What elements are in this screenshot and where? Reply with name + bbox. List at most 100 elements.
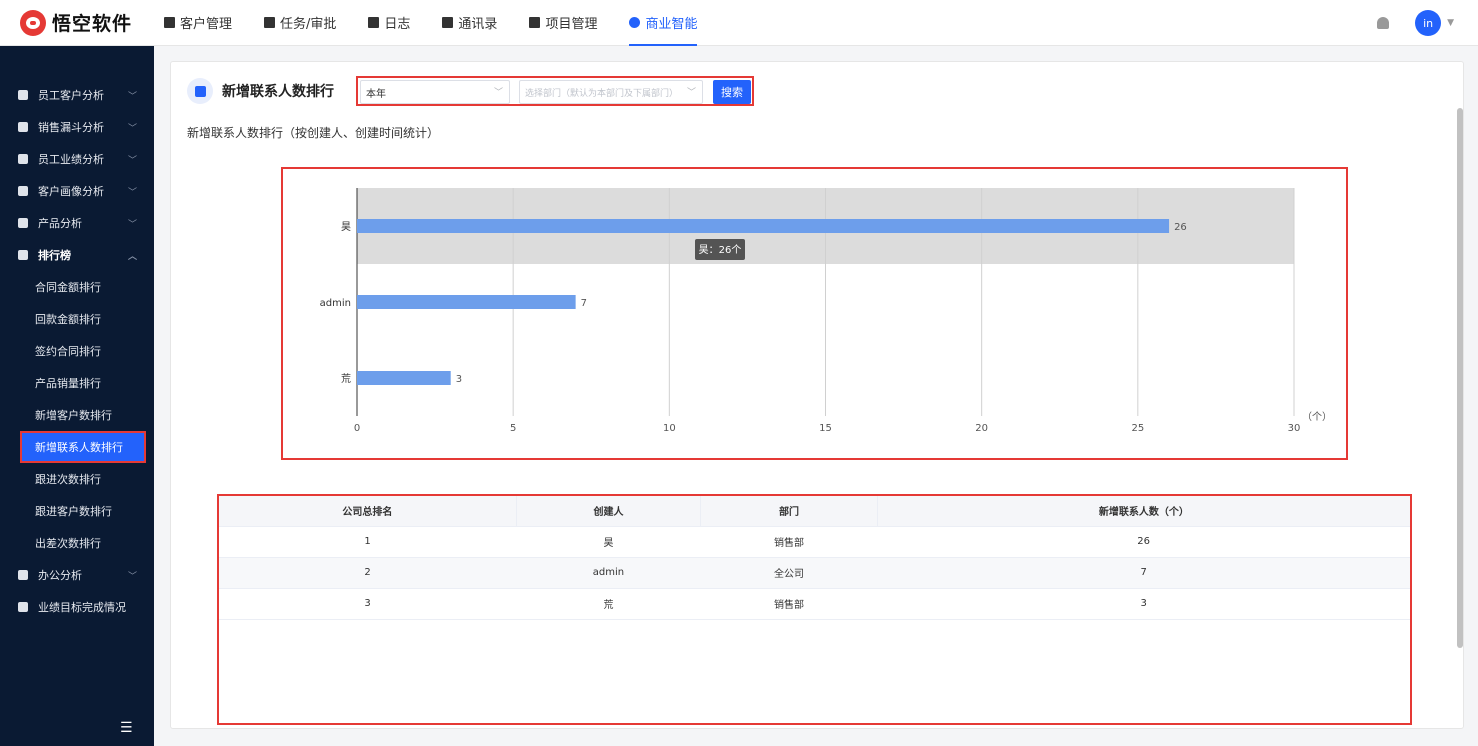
ranking-bar-chart[interactable]: 0 5 10 15 20 25 30（个） 昊 26 admin 7 荒 3 昊：26个 xyxy=(283,169,1346,458)
chevron-down-icon: ﹀ xyxy=(686,88,696,98)
main-nav: 客户管理 任务/审批 日志 通讯录 项目管理 商业智能 xyxy=(164,0,729,46)
period-select[interactable]: 本年 ﹀ xyxy=(360,80,510,104)
bar-value-label: 7 xyxy=(581,298,587,309)
table-cell: 全公司 xyxy=(700,557,878,589)
sidebar-item-signed-contract[interactable]: 签约合同排行 xyxy=(0,335,154,367)
column-header[interactable]: 部门 xyxy=(700,496,878,527)
nav-item-project[interactable]: 项目管理 xyxy=(529,0,597,46)
table-row[interactable]: 2 admin 全公司 7 xyxy=(219,557,1410,589)
search-button[interactable]: 搜索 xyxy=(713,80,751,104)
page-header: 新增联系人数排行 xyxy=(187,76,334,106)
sidebar-item-new-contacts[interactable]: 新增联系人数排行 xyxy=(20,431,146,463)
sidebar-group-performance[interactable]: 员工业绩分析 ﹀ xyxy=(0,143,154,175)
sidebar-group-portrait[interactable]: 客户画像分析 ﹀ xyxy=(0,175,154,207)
nav-item-task[interactable]: 任务/审批 xyxy=(264,0,336,46)
nav-label: 通讯录 xyxy=(458,17,498,32)
chevron-down-icon[interactable]: ▼ xyxy=(1447,18,1454,28)
sidebar-item-label: 签约合同排行 xyxy=(35,345,101,358)
sidebar-item-business-trips[interactable]: 出差次数排行 xyxy=(0,527,154,559)
x-tick-label: 15 xyxy=(819,423,832,434)
sidebar-item-label: 回款金额排行 xyxy=(35,313,101,326)
x-unit-label: （个） xyxy=(1302,411,1332,423)
table-cell: 2 xyxy=(219,557,517,589)
sidebar-group-employee-customer[interactable]: 员工客户分析 ﹀ xyxy=(0,79,154,111)
bar xyxy=(357,295,576,309)
sidebar-group-funnel[interactable]: 销售漏斗分析 ﹀ xyxy=(0,111,154,143)
table-cell: 销售部 xyxy=(700,588,878,620)
top-bar: 悟空软件 客户管理 任务/审批 日志 通讯录 项目管理 商业智能 in ▼ xyxy=(0,0,1478,46)
bar-value-label: 3 xyxy=(456,374,462,385)
nav-item-customer[interactable]: 客户管理 xyxy=(164,0,232,46)
table-cell: 1 xyxy=(219,526,517,558)
funnel-icon xyxy=(18,122,28,132)
sidebar-item-label: 出差次数排行 xyxy=(35,537,101,550)
box-icon xyxy=(18,218,28,228)
chevron-up-icon: ︿ xyxy=(128,251,138,262)
period-select-value: 本年 xyxy=(366,88,386,100)
sidebar-item-followup-count[interactable]: 跟进次数排行 xyxy=(0,463,154,495)
sidebar-group-office[interactable]: 办公分析 ﹀ xyxy=(0,559,154,591)
log-icon xyxy=(368,17,380,28)
column-header[interactable]: 公司总排名 xyxy=(219,496,517,527)
app-logo[interactable]: 悟空软件 xyxy=(20,9,164,36)
chevron-down-icon: ﹀ xyxy=(493,88,503,98)
chevron-down-icon: ﹀ xyxy=(128,91,138,102)
sidebar-group-label: 产品分析 xyxy=(38,217,82,230)
avatar[interactable]: in xyxy=(1415,10,1442,36)
sidebar-group-ranking[interactable]: 排行榜 ︿ xyxy=(0,239,154,271)
table-row[interactable]: 1 昊 销售部 26 xyxy=(219,526,1410,558)
sidebar-item-contract-amount[interactable]: 合同金额排行 xyxy=(0,271,154,303)
target-icon xyxy=(18,602,28,612)
column-header[interactable]: 新增联系人数（个） xyxy=(877,496,1410,527)
sidebar-group-label: 业绩目标完成情况 xyxy=(38,601,126,614)
table-cell: 荒 xyxy=(516,588,701,620)
sidebar-item-label: 新增联系人数排行 xyxy=(35,441,123,454)
chart-subtitle: 新增联系人数排行（按创建人、创建时间统计） xyxy=(187,126,440,140)
x-tick-label: 25 xyxy=(1131,423,1144,434)
chevron-down-icon: ﹀ xyxy=(128,187,138,198)
nav-label: 日志 xyxy=(384,17,411,32)
table-row[interactable]: 3 荒 销售部 3 xyxy=(219,588,1410,620)
table-cell: 7 xyxy=(877,557,1410,589)
nav-label: 项目管理 xyxy=(545,17,598,32)
chevron-down-icon: ﹀ xyxy=(128,571,138,582)
chevron-down-icon: ﹀ xyxy=(128,155,138,166)
vertical-scrollbar[interactable] xyxy=(1457,108,1463,648)
column-header[interactable]: 创建人 xyxy=(516,496,702,527)
contacts-icon xyxy=(442,17,454,28)
table-cell: admin xyxy=(516,557,701,589)
bar xyxy=(357,219,1170,233)
user-icon xyxy=(18,90,28,100)
sidebar-group-targets[interactable]: 业绩目标完成情况 xyxy=(0,591,154,623)
sidebar-item-label: 跟进客户数排行 xyxy=(35,505,112,518)
top-right-tools: in ▼ xyxy=(1377,0,1454,46)
filter-bar: 本年 ﹀ 选择部门（默认为本部门及下属部门） ﹀ 搜索 xyxy=(356,76,754,106)
ranking-table-container: 公司总排名 创建人 部门 新增联系人数（个） 1 昊 销售部 26 2 admi… xyxy=(217,494,1412,725)
sidebar-group-product[interactable]: 产品分析 ﹀ xyxy=(0,207,154,239)
department-select[interactable]: 选择部门（默认为本部门及下属部门） ﹀ xyxy=(519,80,703,104)
nav-item-contacts[interactable]: 通讯录 xyxy=(442,0,497,46)
table-cell: 销售部 xyxy=(700,526,878,558)
x-tick-label: 20 xyxy=(975,423,988,434)
y-tick-label: 荒 xyxy=(341,373,351,385)
nav-item-log[interactable]: 日志 xyxy=(368,0,410,46)
chart-tooltip-text: 昊：26个 xyxy=(699,244,742,256)
logo-text: 悟空软件 xyxy=(52,13,133,35)
collapse-menu-icon[interactable]: ☰ xyxy=(120,720,133,736)
trophy-icon xyxy=(18,250,28,260)
sidebar-item-product-sales[interactable]: 产品销量排行 xyxy=(0,367,154,399)
chart-container: 0 5 10 15 20 25 30 （个） 昊 26 admin 7 荒 3 昊：26个 xyxy=(281,167,1348,460)
sidebar-item-new-customers[interactable]: 新增客户数排行 xyxy=(0,399,154,431)
sidebar: 员工客户分析 ﹀ 销售漏斗分析 ﹀ 员工业绩分析 ﹀ 客户画像分析 ﹀ 产品分析… xyxy=(0,46,154,746)
bell-icon[interactable] xyxy=(1377,17,1390,29)
sidebar-group-label: 客户画像分析 xyxy=(38,185,104,198)
sidebar-item-followup-customers[interactable]: 跟进客户数排行 xyxy=(0,495,154,527)
sidebar-item-label: 新增客户数排行 xyxy=(35,409,112,422)
users-icon xyxy=(18,186,28,196)
sidebar-item-label: 合同金额排行 xyxy=(35,281,101,294)
nav-item-bi[interactable]: 商业智能 xyxy=(629,0,698,46)
sidebar-item-receivable-amount[interactable]: 回款金额排行 xyxy=(0,303,154,335)
bar-chart-icon xyxy=(18,154,28,164)
table-cell: 3 xyxy=(877,588,1410,620)
department-select-placeholder: 选择部门（默认为本部门及下属部门） xyxy=(525,88,679,99)
